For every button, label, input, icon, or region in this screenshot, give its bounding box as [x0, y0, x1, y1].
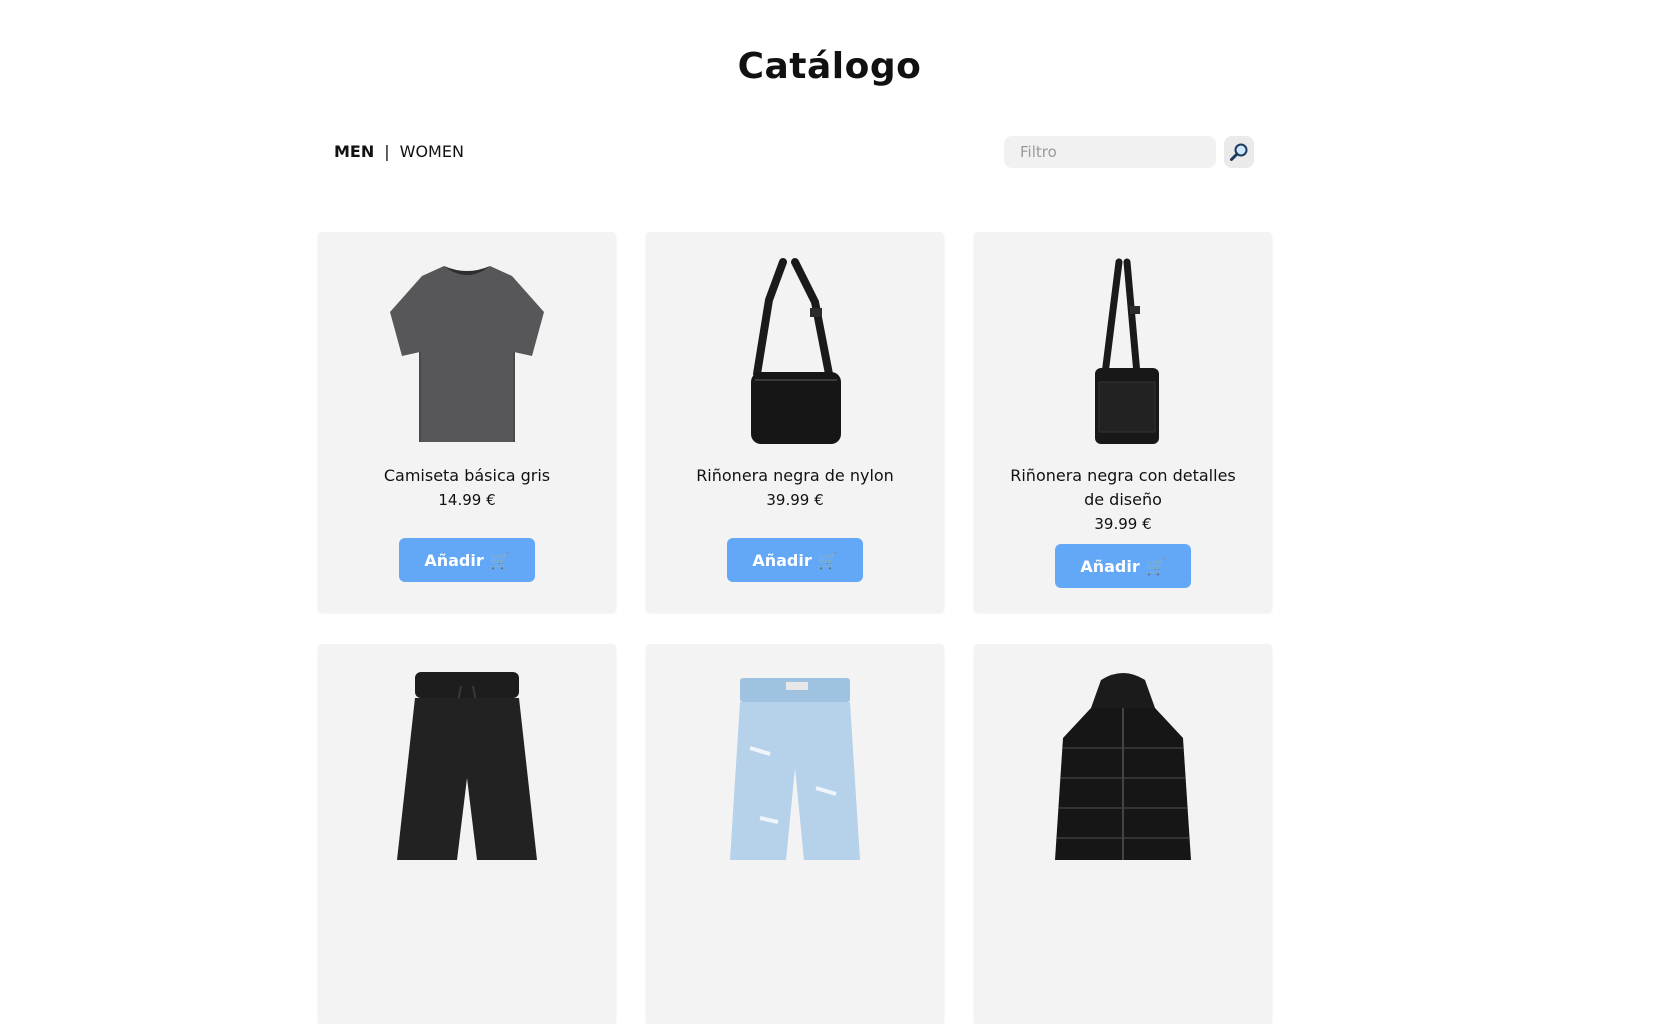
- flat-bag-image[interactable]: [1023, 256, 1223, 448]
- nav-women-link[interactable]: WOMEN: [400, 142, 464, 161]
- product-name: Camiseta básica gris: [383, 466, 551, 485]
- add-to-cart-button[interactable]: Añadir 🛒: [399, 538, 535, 582]
- product-card: Camiseta básica gris 14.99 € Añadir 🛒: [318, 232, 616, 612]
- product-name: Riñonera negra con detalles de diseño: [1010, 466, 1236, 509]
- product-price: 39.99 €: [1094, 515, 1152, 533]
- product-card: Riñonera negra de nylon 39.99 € Añadir 🛒: [646, 232, 944, 612]
- cart-icon: 🛒: [817, 550, 838, 570]
- add-to-cart-button[interactable]: Añadir 🛒: [727, 538, 863, 582]
- add-button-label: Añadir: [424, 550, 484, 570]
- add-to-cart-button[interactable]: Añadir 🛒: [1055, 544, 1191, 588]
- crossbody-bag-image[interactable]: [695, 256, 895, 448]
- black-shorts-image[interactable]: [367, 668, 567, 860]
- denim-shorts-image[interactable]: [695, 668, 895, 860]
- nav-men-link[interactable]: MEN: [334, 142, 374, 161]
- product-card: Riñonera negra con detalles de diseño 39…: [974, 232, 1272, 612]
- tshirt-image[interactable]: [367, 256, 567, 448]
- product-card: [646, 644, 944, 1024]
- gender-nav: MEN | WOMEN: [334, 142, 464, 161]
- product-price: 14.99 €: [438, 491, 496, 509]
- search-button[interactable]: [1224, 136, 1254, 168]
- page-title: Catálogo: [737, 46, 922, 87]
- filter-input[interactable]: [1004, 136, 1216, 168]
- cart-icon: 🛒: [1145, 556, 1166, 576]
- nav-separator: |: [384, 142, 390, 161]
- search-bar: [1004, 136, 1254, 168]
- add-button-label: Añadir: [1080, 556, 1140, 576]
- product-price: 39.99 €: [766, 491, 824, 509]
- puffer-jacket-image[interactable]: [1023, 668, 1223, 860]
- cart-icon: 🛒: [489, 550, 510, 570]
- product-card: [974, 644, 1272, 1024]
- product-card: [318, 644, 616, 1024]
- product-name: Riñonera negra de nylon: [696, 466, 894, 485]
- add-button-label: Añadir: [752, 550, 812, 570]
- magnifier-icon: [1230, 143, 1248, 161]
- product-grid: Camiseta básica gris 14.99 € Añadir 🛒 Ri…: [318, 232, 1272, 1024]
